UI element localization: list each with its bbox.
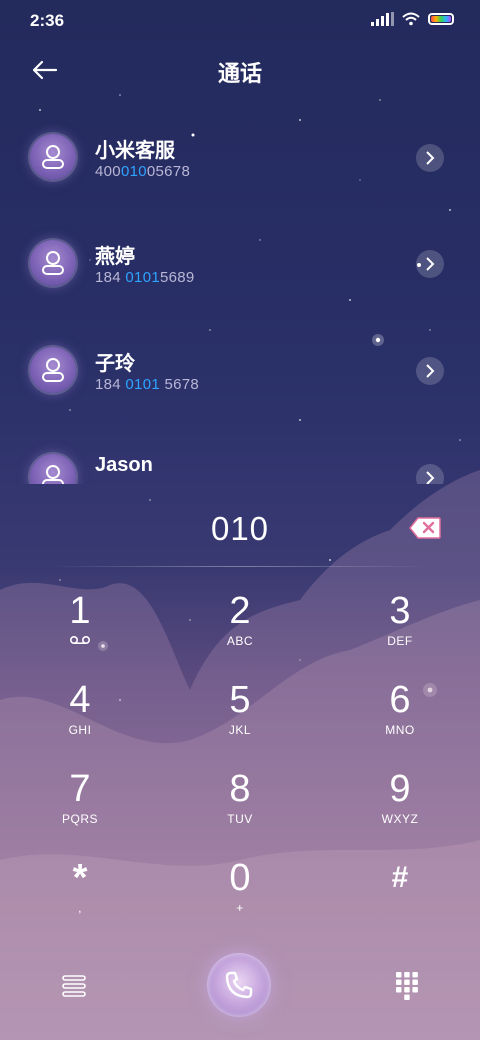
key-digit: *	[72, 857, 88, 899]
avatar	[30, 347, 76, 393]
status-bar: 2:36	[0, 0, 480, 40]
contact-name: 小米客服	[95, 140, 175, 162]
key-digit: 3	[389, 590, 411, 632]
contact-name: Jason	[95, 454, 153, 476]
key-digit: 1	[69, 590, 91, 632]
contact-list: 小米客服 40001005678 燕婷 184 01015689 子玲 184 …	[0, 118, 480, 484]
contact-row[interactable]: 子玲 184 0101 5678	[0, 331, 480, 437]
person-icon	[42, 251, 64, 275]
key-hash[interactable]: #	[340, 857, 460, 937]
page-title: 通话	[217, 61, 262, 86]
key-letters: +	[236, 901, 244, 915]
chevron-right-icon	[426, 257, 435, 271]
key-letters: ,	[78, 901, 82, 915]
contact-detail-button[interactable]	[416, 144, 444, 172]
battery-icon	[428, 13, 454, 25]
divider	[0, 566, 480, 567]
dial-input-area: 010	[0, 505, 480, 555]
bottom-bar	[0, 950, 480, 1020]
call-button[interactable]	[207, 953, 271, 1017]
avatar	[30, 240, 76, 286]
key-4[interactable]: 4 GHI	[20, 679, 140, 759]
key-digit: 6	[389, 679, 411, 721]
status-icons	[371, 12, 454, 26]
key-letters: TUV	[227, 812, 253, 826]
key-7[interactable]: 7 PQRS	[20, 768, 140, 848]
contact-number: 184 0101 5678	[95, 376, 200, 393]
voicemail-icon	[69, 635, 91, 645]
person-icon	[42, 465, 64, 484]
key-digit: 2	[229, 590, 251, 632]
contact-number: 40001005678	[95, 163, 191, 180]
avatar	[30, 454, 76, 484]
signal-icon	[371, 12, 394, 26]
dialpad-icon[interactable]	[396, 972, 418, 1000]
status-time: 2:36	[30, 11, 65, 30]
key-letters: DEF	[387, 634, 413, 648]
wifi-icon	[402, 12, 420, 26]
key-8[interactable]: 8 TUV	[180, 768, 300, 848]
key-letters: MNO	[385, 723, 415, 737]
key-digit: #	[391, 861, 409, 894]
backspace-icon[interactable]	[409, 517, 441, 539]
avatar	[30, 134, 76, 180]
key-digit: 4	[69, 679, 91, 721]
key-5[interactable]: 5 JKL	[180, 679, 300, 759]
key-2[interactable]: 2 ABC	[180, 590, 300, 670]
key-9[interactable]: 9 WXYZ	[340, 768, 460, 848]
contact-row[interactable]: 小米客服 40001005678	[0, 118, 480, 224]
contact-row[interactable]: 燕婷 184 01015689	[0, 224, 480, 330]
contact-number: 184 01015689	[95, 269, 195, 286]
person-icon	[42, 358, 64, 382]
key-letters: GHI	[68, 723, 92, 737]
header: 通话	[0, 50, 480, 90]
key-digit: 7	[69, 768, 91, 810]
key-letters: WXYZ	[381, 812, 419, 826]
key-digit: 5	[229, 679, 251, 721]
key-6[interactable]: 6 MNO	[340, 679, 460, 759]
key-1[interactable]: 1	[20, 590, 140, 670]
contact-detail-button[interactable]	[416, 250, 444, 278]
key-digit: 9	[389, 768, 411, 810]
menu-icon[interactable]	[62, 975, 86, 997]
key-letters: JKL	[228, 723, 252, 737]
key-0[interactable]: 0 +	[180, 857, 300, 937]
key-digit: 0	[229, 857, 251, 899]
chevron-right-icon	[426, 471, 435, 484]
key-letters: PQRS	[61, 812, 98, 826]
person-icon	[42, 145, 64, 169]
key-star[interactable]: * ,	[20, 857, 140, 937]
chevron-right-icon	[426, 151, 435, 165]
dialed-number[interactable]: 010	[0, 510, 480, 548]
contact-detail-button[interactable]	[416, 357, 444, 385]
key-digit: 8	[229, 768, 251, 810]
chevron-right-icon	[426, 364, 435, 378]
key-3[interactable]: 3 DEF	[340, 590, 460, 670]
phone-icon	[225, 971, 253, 999]
contact-name: 子玲	[95, 353, 135, 375]
contact-name: 燕婷	[95, 246, 135, 268]
key-letters: ABC	[226, 634, 254, 648]
contact-row[interactable]: Jason	[0, 438, 480, 484]
contact-detail-button[interactable]	[416, 464, 444, 484]
